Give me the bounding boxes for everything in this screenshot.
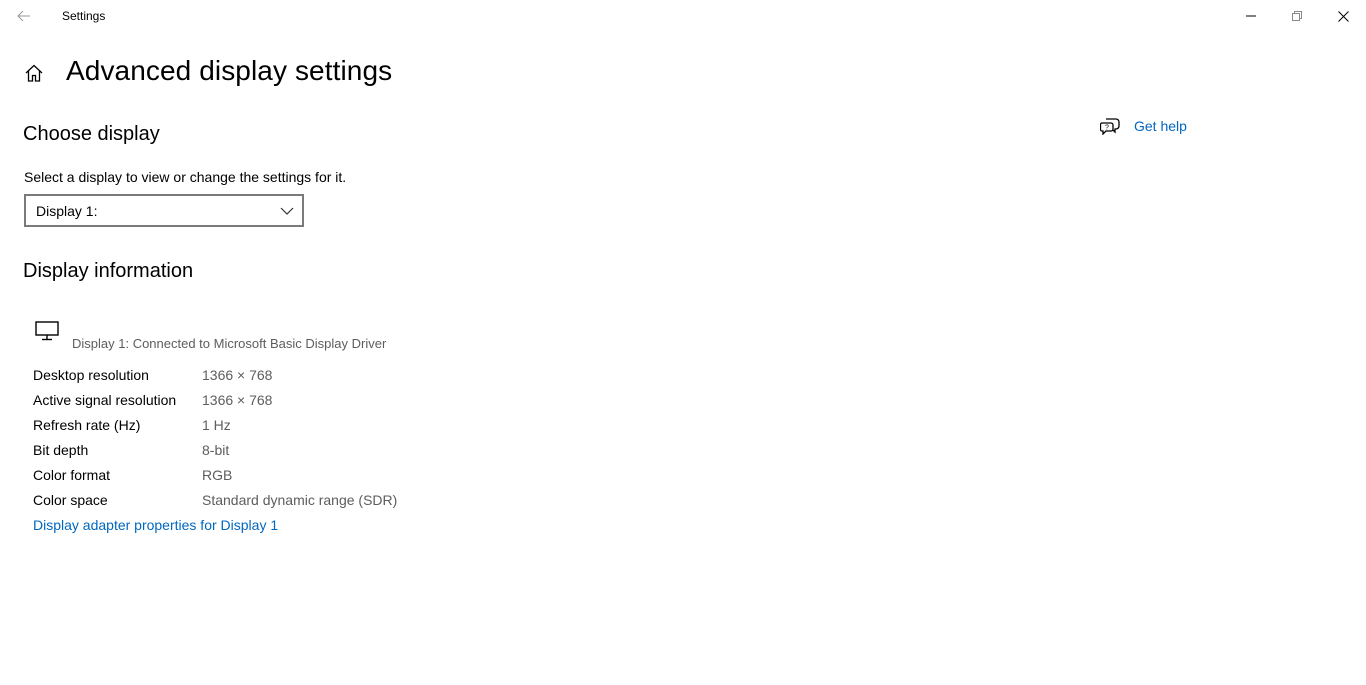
display-information-heading: Display information	[23, 260, 194, 282]
info-value: 1366 × 768	[202, 392, 273, 408]
info-label: Active signal resolution	[33, 392, 177, 408]
choose-display-description: Select a display to view or change the s…	[24, 169, 347, 185]
info-value: 8-bit	[202, 442, 230, 458]
get-help-link[interactable]: Get help	[1134, 118, 1187, 134]
close-button[interactable]	[1320, 0, 1366, 32]
home-button[interactable]	[22, 61, 46, 85]
minimize-icon	[1246, 15, 1256, 17]
svg-text:?: ?	[1105, 125, 1109, 132]
back-button[interactable]	[8, 0, 40, 32]
display-select-dropdown[interactable]: Display 1:	[24, 194, 304, 227]
choose-display-heading: Choose display	[23, 123, 160, 145]
info-label: Color space	[33, 492, 108, 508]
display-connection-info: Display 1: Connected to Microsoft Basic …	[72, 336, 387, 351]
display-select-value: Display 1:	[36, 203, 98, 219]
info-label: Desktop resolution	[33, 367, 149, 383]
back-arrow-icon	[17, 10, 30, 22]
info-value: Standard dynamic range (SDR)	[202, 492, 398, 508]
close-icon	[1337, 10, 1349, 22]
settings-window: Settings Advanced display settings Choos…	[0, 0, 1366, 685]
info-value: 1 Hz	[202, 417, 231, 433]
info-value: 1366 × 768	[202, 367, 273, 383]
restore-icon	[1292, 11, 1302, 21]
chevron-down-icon	[280, 207, 294, 215]
info-value: RGB	[202, 467, 233, 483]
home-icon	[25, 64, 43, 82]
minimize-button[interactable]	[1228, 0, 1274, 32]
page-title: Advanced display settings	[66, 55, 393, 86]
info-label: Bit depth	[33, 442, 89, 458]
help-chat-icon: ?	[1100, 118, 1120, 135]
monitor-icon	[35, 321, 59, 341]
info-label: Color format	[33, 467, 111, 483]
restore-button[interactable]	[1274, 0, 1320, 32]
title-bar: Settings	[0, 0, 1366, 32]
info-label: Refresh rate (Hz)	[33, 417, 141, 433]
app-title: Settings	[62, 9, 106, 23]
display-adapter-properties-link[interactable]: Display adapter properties for Display 1	[33, 517, 278, 533]
